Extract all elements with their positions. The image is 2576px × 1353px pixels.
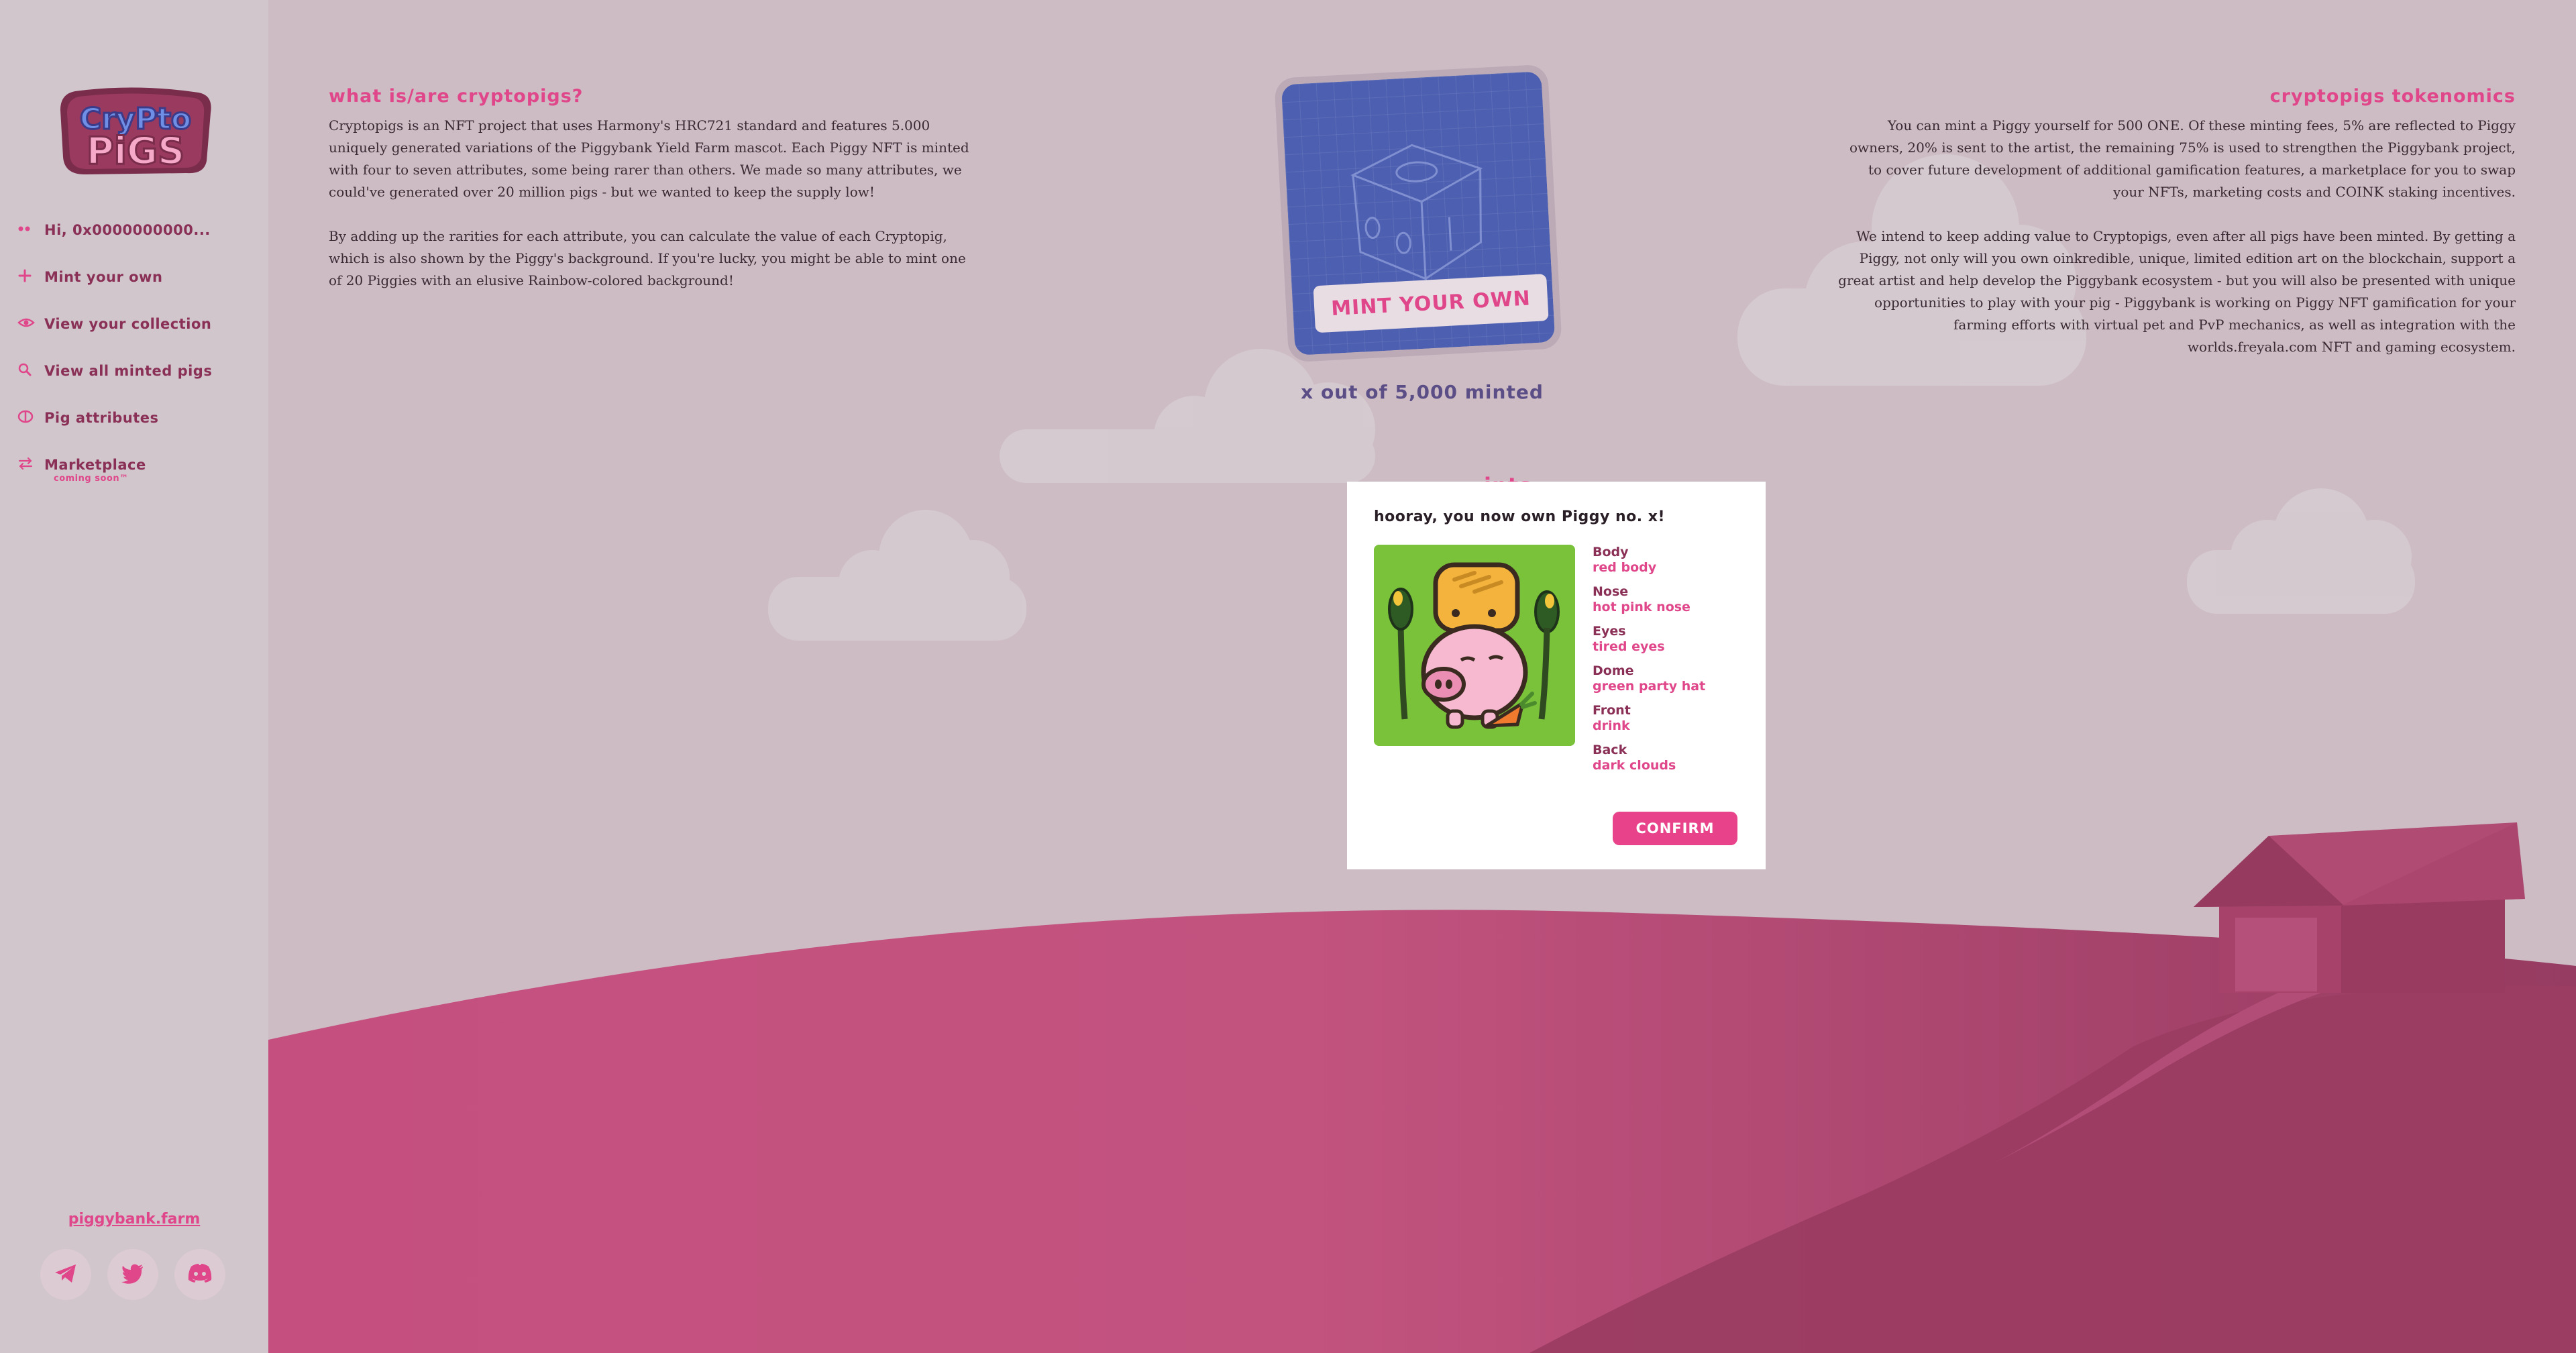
- piggybank-farm-link[interactable]: piggybank.farm: [0, 1211, 268, 1228]
- barn: [2194, 822, 2525, 993]
- attribute-value: dark clouds: [1593, 758, 1676, 773]
- tokenomics-paragraph: We intend to keep adding value to Crypto…: [1838, 228, 2516, 355]
- telegram-button[interactable]: [40, 1249, 91, 1300]
- mint-card[interactable]: MINT YOUR OWN: [1274, 64, 1562, 363]
- cloud: [768, 510, 1026, 641]
- sidebar-item-label: Hi, 0x0000000000...: [44, 222, 211, 238]
- tokenomics-title: cryptopigs tokenomics: [2269, 86, 2516, 107]
- sidebar-item-mint[interactable]: Mint your own: [17, 268, 266, 315]
- attribute-item: Body red body: [1593, 545, 1747, 576]
- intro-section: what is/are cryptopigs? Cryptopigs is an…: [329, 86, 973, 314]
- attribute-key: Body: [1593, 545, 1629, 559]
- wallet-dots-icon: [17, 221, 44, 241]
- svg-text:PiGS: PiGS: [87, 129, 185, 173]
- attributes-icon: [17, 409, 44, 429]
- cryptopigs-logo[interactable]: CryPto PiGS: [55, 86, 216, 177]
- plus-icon: [17, 268, 44, 288]
- attribute-item: Front drink: [1593, 703, 1747, 734]
- attribute-item: Nose hot pink nose: [1593, 584, 1747, 615]
- attribute-key: Eyes: [1593, 624, 1626, 639]
- swap-arrows-icon: [17, 456, 44, 476]
- twitter-button[interactable]: [107, 1249, 158, 1300]
- pig-nft-image: [1374, 545, 1575, 746]
- marketplace-label-group: Marketplace coming soon™: [44, 456, 146, 484]
- main-content: what is/are cryptopigs? Cryptopigs is an…: [268, 0, 2576, 1353]
- attribute-item: Dome green party hat: [1593, 663, 1747, 694]
- cloud: [1000, 349, 1375, 483]
- twitter-icon: [119, 1260, 146, 1289]
- sidebar-item-label: Marketplace: [44, 457, 146, 473]
- cloud: [2187, 488, 2415, 614]
- blueprint-panel: MINT YOUR OWN: [1281, 71, 1556, 356]
- attribute-key: Back: [1593, 743, 1627, 757]
- search-icon: [17, 362, 44, 382]
- attribute-list: Body red body Nose hot pink nose Eyes ti…: [1593, 545, 1747, 782]
- sidebar-item-wallet[interactable]: Hi, 0x0000000000...: [17, 221, 266, 268]
- sidebar-item-marketplace[interactable]: Marketplace coming soon™: [17, 456, 266, 503]
- telegram-icon: [52, 1260, 79, 1289]
- intro-paragraph: Cryptopigs is an NFT project that uses H…: [329, 117, 969, 200]
- sidebar-item-label: View your collection: [44, 316, 212, 332]
- discord-button[interactable]: [174, 1249, 225, 1300]
- social-links: [40, 1249, 225, 1300]
- modal-title: hooray, you now own Piggy no. x!: [1374, 508, 1666, 525]
- sidebar: CryPto PiGS Hi, 0x0000000000... Mint you…: [0, 0, 268, 1353]
- sidebar-item-all-minted[interactable]: View all minted pigs: [17, 362, 266, 409]
- attribute-key: Dome: [1593, 663, 1634, 678]
- sidebar-item-attributes[interactable]: Pig attributes: [17, 409, 266, 456]
- intro-paragraph: By adding up the rarities for each attri…: [329, 228, 966, 288]
- attribute-key: Nose: [1593, 584, 1629, 599]
- minted-pig-image: [1374, 545, 1575, 746]
- attribute-value: green party hat: [1593, 679, 1706, 694]
- confirm-button[interactable]: CONFIRM: [1613, 812, 1737, 845]
- sidebar-nav: Hi, 0x0000000000... Mint your own View y…: [17, 221, 266, 503]
- attribute-value: tired eyes: [1593, 639, 1665, 654]
- sidebar-item-label: View all minted pigs: [44, 363, 213, 379]
- attribute-item: Eyes tired eyes: [1593, 624, 1747, 655]
- intro-title: what is/are cryptopigs?: [329, 86, 584, 107]
- attribute-item: Back dark clouds: [1593, 743, 1747, 773]
- sidebar-item-label: Mint your own: [44, 269, 163, 285]
- toaster-hat: [1433, 562, 1520, 633]
- discord-icon: [186, 1260, 214, 1289]
- coming-soon-label: coming soon™: [54, 474, 129, 484]
- attribute-value: drink: [1593, 718, 1630, 733]
- tokenomics-paragraph: You can mint a Piggy yourself for 500 ON…: [1849, 117, 2516, 200]
- attribute-value: hot pink nose: [1593, 600, 1690, 614]
- attribute-key: Front: [1593, 703, 1631, 718]
- minted-count: x out of 5,000 minted: [1301, 381, 1544, 403]
- eye-icon: [17, 315, 44, 335]
- tokenomics-section: cryptopigs tokenomics You can mint a Pig…: [1838, 86, 2516, 380]
- attribute-value: red body: [1593, 560, 1657, 575]
- sidebar-item-label: Pig attributes: [44, 410, 159, 426]
- mint-success-modal: hooray, you now own Piggy no. x! Body re…: [1347, 482, 1766, 869]
- sidebar-item-collection[interactable]: View your collection: [17, 315, 266, 362]
